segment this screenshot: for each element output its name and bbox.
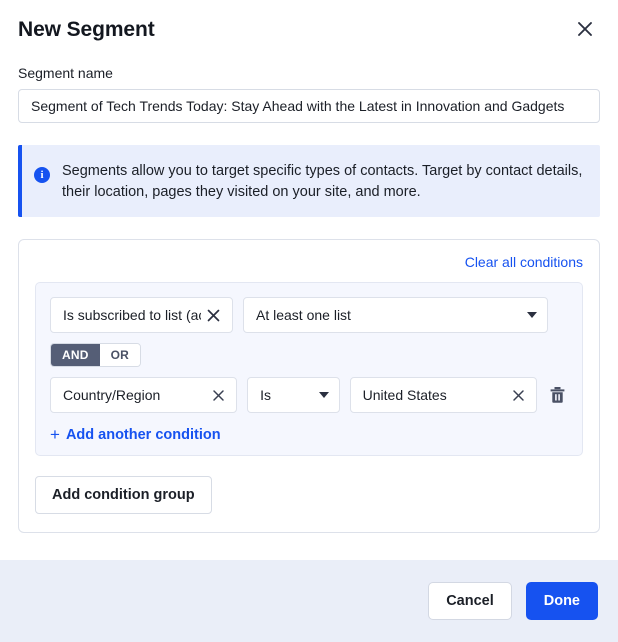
info-banner: i Segments allow you to target specific … [18, 145, 600, 217]
trash-icon [549, 386, 566, 404]
condition-operator-selector-2[interactable]: Is [247, 377, 340, 413]
segment-name-input[interactable] [18, 89, 600, 123]
new-segment-dialog: New Segment Segment name i Segments allo… [0, 0, 618, 642]
condition-field-label-2: Country/Region [63, 387, 161, 403]
delete-condition-button[interactable] [547, 382, 568, 408]
page-title: New Segment [18, 18, 155, 41]
condition-field-selector-2[interactable]: Country/Region [50, 377, 238, 413]
segment-name-label: Segment name [18, 65, 113, 81]
info-icon: i [34, 167, 50, 183]
condition-operator-label-1: At least one list [256, 307, 351, 323]
add-another-condition-label: Add another condition [65, 427, 221, 443]
chevron-down-icon [318, 392, 329, 398]
operator-toggle: AND OR [50, 343, 142, 367]
condition-field-selector-1[interactable]: Is subscribed to list (act.. [50, 297, 233, 333]
cancel-button[interactable]: Cancel [428, 582, 512, 620]
condition-value-label-2: United States [362, 387, 447, 403]
condition-value-clear-2[interactable] [507, 388, 526, 403]
dialog-body: Segment name i Segments allow you to tar… [0, 48, 618, 560]
plus-icon: + [50, 425, 60, 444]
add-another-condition-button[interactable]: + Add another condition [50, 425, 221, 444]
done-button[interactable]: Done [525, 582, 598, 620]
condition-field-clear-1[interactable] [201, 307, 222, 324]
close-icon [575, 19, 595, 39]
condition-value-selector-2[interactable]: United States [349, 377, 537, 413]
condition-row: Is subscribed to list (act.. At least on… [50, 297, 568, 333]
conditions-panel: Clear all conditions Is subscribed to li… [18, 239, 600, 533]
clear-all-row: Clear all conditions [35, 254, 583, 270]
condition-operator-selector-1[interactable]: At least one list [243, 297, 548, 333]
condition-field-label-1: Is subscribed to list (act.. [63, 307, 201, 323]
condition-group: Is subscribed to list (act.. At least on… [35, 282, 583, 456]
dialog-footer: Cancel Done [0, 560, 618, 642]
operator-toggle-or[interactable]: OR [99, 344, 141, 366]
condition-operator-label-2: Is [260, 387, 272, 403]
clear-all-conditions-button[interactable]: Clear all conditions [465, 254, 583, 270]
operator-toggle-and[interactable]: AND [51, 344, 100, 366]
chevron-down-icon [527, 312, 537, 318]
add-condition-group-button[interactable]: Add condition group [35, 476, 212, 514]
condition-field-clear-2[interactable] [207, 388, 226, 403]
condition-row: Country/Region Is United States [50, 377, 568, 413]
info-banner-text: Segments allow you to target specific ty… [62, 163, 583, 200]
dialog-header: New Segment [0, 0, 618, 48]
close-button[interactable] [570, 14, 600, 44]
